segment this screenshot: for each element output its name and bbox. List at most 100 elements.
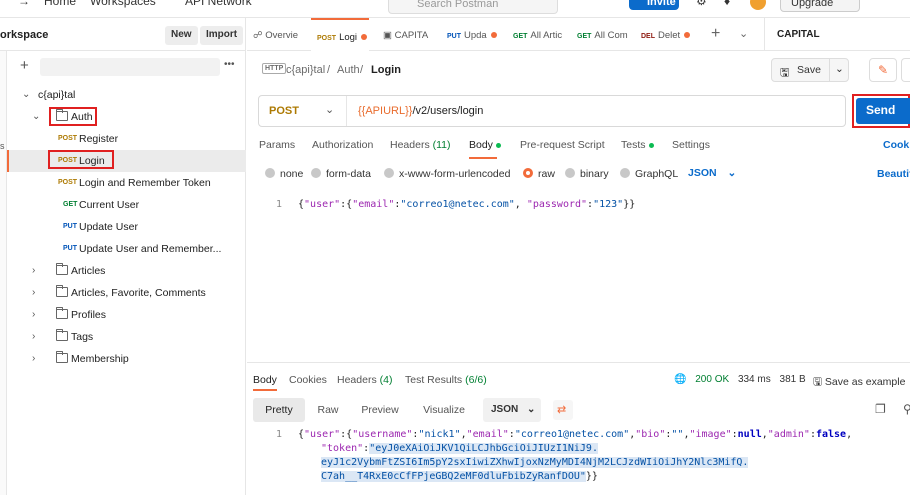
json-key: "token" — [321, 443, 364, 454]
chevron-right-icon[interactable]: › — [32, 287, 35, 298]
doc-panel-button[interactable] — [901, 58, 910, 82]
response-size[interactable]: 381 B — [780, 374, 806, 385]
folder-row-articles[interactable]: › Articles — [8, 260, 246, 282]
more-icon[interactable]: ••• — [224, 59, 235, 70]
tab-body[interactable]: Body — [469, 139, 501, 151]
api-network-menu[interactable]: API Network — [185, 0, 252, 8]
avatar[interactable] — [750, 0, 766, 10]
line-number: 1 — [276, 429, 283, 440]
view-visualize[interactable]: Visualize — [417, 398, 471, 422]
tab-update[interactable]: PUT Upda — [447, 18, 505, 51]
chevron-down-icon[interactable]: ⌄ — [835, 63, 844, 75]
radio-binary[interactable]: binary — [565, 168, 609, 180]
view-preview[interactable]: Preview — [355, 398, 405, 422]
radio-graphql[interactable]: GraphQL — [620, 168, 678, 180]
language-select[interactable]: JSON ⌄ — [688, 167, 736, 179]
tab-label: Headers — [390, 139, 430, 151]
breadcrumb-collection[interactable]: c{api}tal — [286, 64, 325, 76]
search-input[interactable]: Search Postman — [388, 0, 558, 14]
radio-none[interactable]: none — [265, 168, 303, 180]
filter-row: + ≡ ••• — [8, 56, 244, 78]
search-icon[interactable]: ⚲ — [903, 402, 910, 416]
view-raw[interactable]: Raw — [311, 398, 345, 422]
tab-authorization[interactable]: Authorization — [312, 139, 373, 151]
response-time[interactable]: 334 ms — [738, 374, 771, 385]
request-row-login[interactable]: POST Login — [7, 150, 246, 172]
chevron-right-icon[interactable]: › — [32, 331, 35, 342]
workspaces-menu[interactable]: Workspaces — [90, 0, 156, 8]
json-key: "email" — [352, 199, 395, 210]
home-link[interactable]: Home — [44, 0, 76, 8]
folder-row-articles-favorite[interactable]: › Articles, Favorite, Comments — [8, 282, 246, 304]
tab-params[interactable]: Params — [259, 139, 295, 151]
chevron-right-icon[interactable]: › — [32, 265, 35, 276]
view-pretty[interactable]: Pretty — [253, 398, 305, 422]
folder-row-profiles[interactable]: › Profiles — [8, 304, 246, 326]
tab-method: PUT — [447, 33, 461, 40]
tab-response-headers[interactable]: Headers (4) — [337, 374, 392, 386]
pane-divider[interactable] — [247, 362, 910, 363]
invite-button[interactable]: Invite — [629, 0, 679, 10]
copy-icon[interactable]: ❐ — [875, 402, 886, 416]
tab-settings[interactable]: Settings — [672, 139, 710, 151]
folder-icon — [56, 285, 68, 297]
status-badge[interactable]: 200 OK — [695, 374, 729, 385]
cookies-link[interactable]: Cooki — [883, 139, 910, 151]
tab-overview[interactable]: ☍ Overvie — [253, 18, 309, 51]
tab-tests[interactable]: Tests — [621, 139, 654, 151]
request-row-update-user-remember[interactable]: PUT Update User and Remember... — [8, 238, 246, 260]
chevron-down-icon[interactable]: ⌄ — [32, 111, 40, 122]
body-editor[interactable]: 1 {"user":{"email":"correo1@netec.com", … — [253, 195, 910, 360]
response-format-select[interactable]: JSON ⌄ — [483, 398, 541, 422]
tab-test-results[interactable]: Test Results (6/6) — [405, 374, 487, 386]
tab-response-body[interactable]: Body — [253, 374, 277, 386]
tab-login[interactable]: POST Logi — [311, 18, 369, 51]
beautify-link[interactable]: Beautif — [877, 168, 910, 180]
folder-row-auth[interactable]: ⌄ Auth — [8, 106, 246, 128]
tab-capital[interactable]: ▣ CAPITA — [383, 18, 439, 51]
request-row-update-user[interactable]: PUT Update User — [8, 216, 246, 238]
response-body[interactable]: 1 {"user":{"username":"nick1","email":"c… — [253, 427, 910, 495]
line-number: 1 — [276, 199, 283, 210]
new-button[interactable]: New — [165, 26, 198, 45]
url-input[interactable]: {{APIURL}}/v2/users/login — [358, 105, 483, 117]
breadcrumb-folder[interactable]: Auth — [337, 64, 360, 76]
radio-raw[interactable]: raw — [523, 168, 555, 180]
import-button[interactable]: Import — [200, 26, 244, 45]
environment-selector[interactable]: CAPITAL — [777, 29, 820, 40]
radio-form-data[interactable]: form-data — [311, 168, 371, 180]
filter-input[interactable] — [40, 58, 220, 76]
edit-button[interactable]: ✎ — [869, 58, 897, 82]
upgrade-button[interactable]: Upgrade — [780, 0, 860, 12]
wrap-lines-button[interactable]: ⇄ — [553, 400, 573, 420]
method-select[interactable]: POST ⌄ — [259, 96, 347, 126]
folder-row-membership[interactable]: › Membership — [8, 348, 246, 370]
tab-all-articles[interactable]: GET All Artic — [513, 18, 573, 51]
tab-headers[interactable]: Headers (11) — [390, 139, 451, 151]
back-arrow-icon[interactable]: → — [18, 0, 30, 8]
request-row-login-remember[interactable]: POST Login and Remember Token — [8, 172, 246, 194]
request-row-register[interactable]: POST Register — [8, 128, 246, 150]
folder-row-tags[interactable]: › Tags — [8, 326, 246, 348]
tab-delete[interactable]: DEL Delet — [641, 18, 697, 51]
tab-prerequest[interactable]: Pre-request Script — [520, 139, 605, 151]
tab-all-comments[interactable]: GET All Com — [577, 18, 633, 51]
chevron-down-icon[interactable]: ⌄ — [22, 89, 30, 100]
save-as-example-button[interactable]: 🖫 Save as example — [813, 374, 905, 392]
save-button[interactable]: 🖫 Save ⌄ — [771, 58, 849, 82]
globe-icon[interactable]: 🌐 — [674, 374, 686, 385]
workspace-title: orkspace — [0, 29, 49, 41]
new-tab-button[interactable]: + — [711, 25, 720, 43]
chevron-right-icon[interactable]: › — [32, 309, 35, 320]
collection-row[interactable]: ⌄ c{api}tal — [8, 84, 246, 106]
radio-urlencoded[interactable]: x-www-form-urlencoded — [384, 168, 510, 180]
settings-icon[interactable]: ⚙ — [696, 0, 707, 8]
tab-response-cookies[interactable]: Cookies — [289, 374, 327, 386]
plus-icon[interactable]: + — [20, 57, 29, 74]
send-button[interactable]: Send — [856, 98, 910, 124]
chevron-right-icon[interactable]: › — [32, 353, 35, 364]
chevron-down-icon[interactable]: ⌄ — [739, 27, 748, 40]
request-tabs-bar: ☍ Overvie POST Logi ▣ CAPITA PUT Upda GET A… — [247, 18, 910, 51]
request-row-current-user[interactable]: GET Current User — [8, 194, 246, 216]
bell-icon[interactable]: ♦ — [724, 0, 730, 8]
